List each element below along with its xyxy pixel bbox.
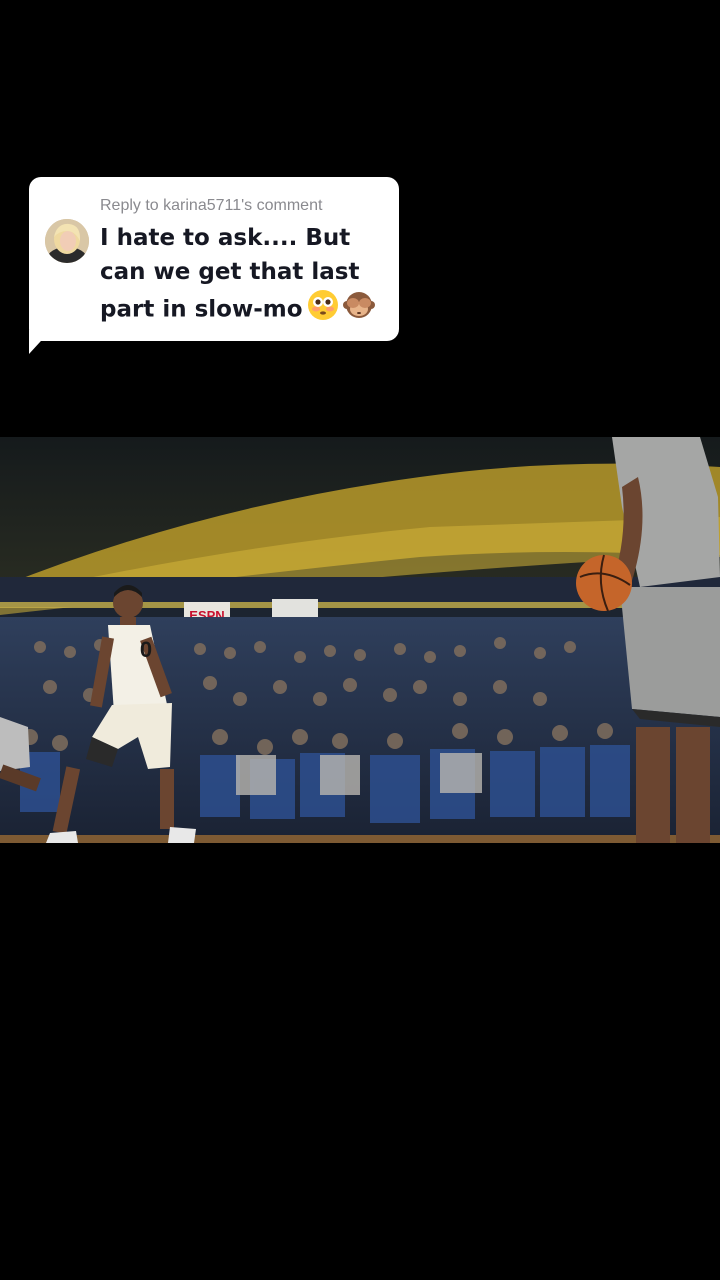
see-no-evil-monkey-emoji-icon [342,289,375,331]
basketball-scene: ESPN 0 [0,437,720,843]
reply-comment-bubble[interactable]: Reply to karina5711's comment I hate to … [29,177,399,341]
reply-bubble-tail [29,330,51,354]
commenter-avatar[interactable] [45,219,89,263]
screen: Reply to karina5711's comment I hate to … [0,0,720,1280]
flushed-face-emoji-icon [307,289,339,331]
reply-comment-text: I hate to ask.... But can we get that la… [100,221,400,331]
crowd-shirts [236,753,482,795]
reply-header: Reply to karina5711's comment [100,197,323,214]
court-floor [0,835,720,843]
video-frame[interactable]: ESPN 0 [0,437,720,843]
jersey-number: 0 [140,637,152,662]
